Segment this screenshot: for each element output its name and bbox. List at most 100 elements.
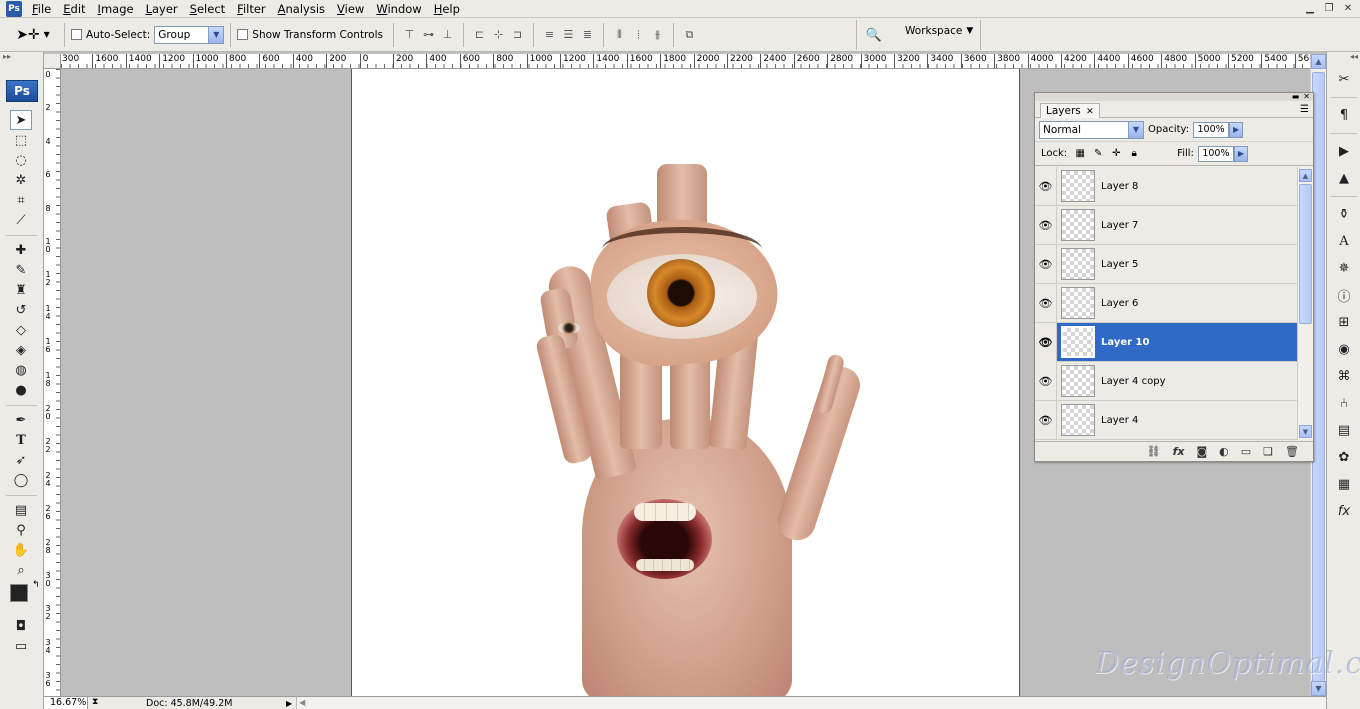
ellipse-tool-icon[interactable]: ◯ — [10, 470, 32, 490]
canvas-horizontal-scrollbar[interactable]: ◀ — [296, 697, 1326, 709]
distribute-horizontal-center-icon[interactable]: ⦙ — [631, 27, 646, 43]
workspace-button[interactable]: Workspace ▼ — [905, 25, 973, 37]
pen-tool-icon[interactable]: ✒ — [10, 410, 32, 430]
fx-icon[interactable]: fx — [1173, 445, 1185, 458]
new-layer-icon[interactable]: ❏ — [1263, 445, 1273, 458]
adjustment-icon[interactable]: ◐ — [1219, 445, 1229, 458]
align-bottom-icon[interactable]: ⊥ — [440, 27, 455, 43]
clone-stamp-tool-icon[interactable]: ♜ — [10, 280, 32, 300]
menu-view[interactable]: View — [331, 0, 370, 18]
scroll-thumb[interactable] — [1299, 184, 1312, 324]
layer-row[interactable]: 👁︎ Layer 6 — [1035, 283, 1297, 323]
status-info-icon[interactable]: ⧗ — [92, 697, 106, 709]
mask-icon[interactable]: ◙ — [1196, 445, 1207, 458]
photoshop-logo[interactable]: Ps — [6, 80, 38, 102]
history-brush-tool-icon[interactable]: ↺ — [10, 300, 32, 320]
menu-image[interactable]: Image — [92, 0, 140, 18]
layer-row-selected[interactable]: 👁︎ Layer 10 — [1035, 322, 1297, 362]
align-right-icon[interactable]: ⊐ — [510, 27, 525, 43]
visibility-eye-icon[interactable]: 👁︎ — [1035, 244, 1057, 284]
scroll-up-icon[interactable]: ▲ — [1311, 54, 1326, 69]
align-horizontal-center-icon[interactable]: ⊹ — [491, 27, 506, 43]
lock-position-icon[interactable]: ✛ — [1110, 148, 1122, 160]
info-icon[interactable]: ⓘ — [1332, 283, 1356, 307]
distribute-right-icon[interactable]: ⫵ — [650, 27, 665, 43]
panel-header[interactable]: ▬ ✕ — [1035, 93, 1313, 101]
notes-tool-icon[interactable]: ▤ — [10, 500, 32, 520]
layer-row[interactable]: 👁︎ Layer 7 — [1035, 205, 1297, 245]
brush-tool-icon[interactable]: ✎ — [10, 260, 32, 280]
layer-row[interactable]: 👁︎ Layer 4 — [1035, 400, 1297, 440]
menu-analysis[interactable]: Analysis — [272, 0, 331, 18]
fill-slider-icon[interactable]: ▶ — [1233, 145, 1248, 162]
fx-panel-icon[interactable]: fx — [1332, 499, 1356, 523]
blend-mode-dropdown[interactable]: Normal ▼ — [1039, 120, 1144, 139]
ruler-origin[interactable] — [44, 54, 61, 69]
visibility-eye-icon[interactable]: 👁︎ — [1035, 361, 1057, 401]
paths-icon[interactable]: ⌘ — [1332, 364, 1356, 388]
layer-row[interactable]: 👁︎ Layer 8 — [1035, 167, 1297, 206]
menu-select[interactable]: Select — [184, 0, 232, 18]
menu-edit[interactable]: Edit — [57, 0, 91, 18]
toolbox-grip-icon[interactable]: ▸▸ — [0, 52, 43, 66]
visibility-eye-icon[interactable]: 👁︎ — [1035, 205, 1057, 245]
distribute-bottom-icon[interactable]: ≣ — [580, 27, 595, 43]
quick-mask-icon[interactable]: ◘ — [10, 616, 32, 636]
type-tool-icon[interactable]: T — [10, 430, 32, 450]
hand-tool-icon[interactable]: ✋ — [10, 540, 32, 560]
folder-icon[interactable]: ▭ — [1241, 445, 1251, 458]
marquee-tool-icon[interactable]: ⬚ — [10, 130, 32, 150]
minimize-icon[interactable]: ▁ — [1302, 1, 1318, 15]
menu-filter[interactable]: Filter — [231, 0, 271, 18]
show-transform-checkbox[interactable] — [237, 29, 249, 40]
brushes-icon[interactable]: ⑃ — [1332, 391, 1356, 415]
layer-comps-icon[interactable]: ⊞ — [1332, 310, 1356, 334]
path-selection-tool-icon[interactable]: ➶ — [10, 450, 32, 470]
trash-icon[interactable]: 🗑︎ — [1285, 445, 1299, 458]
ruler-left[interactable]: 0 2 4 6 8 1 0 1 2 1 4 1 6 1 8 2 0 2 2 2 4 2 6 2 8 3 0 3 … — [44, 69, 61, 696]
tab-layers[interactable]: Layers ✕ — [1040, 103, 1100, 118]
photoshop-app-icon[interactable]: Ps — [6, 0, 22, 17]
eraser-tool-icon[interactable]: ◇ — [10, 320, 32, 340]
visibility-eye-icon[interactable]: 👁︎ — [1035, 400, 1057, 440]
panel-menu-icon[interactable]: ☰ — [1300, 104, 1309, 115]
opacity-slider-icon[interactable]: ▶ — [1229, 121, 1244, 138]
clone-source-icon[interactable]: ⚱ — [1332, 202, 1356, 226]
auto-select-dropdown[interactable]: Group ▼ — [154, 25, 225, 44]
foreground-color-swatch[interactable] — [10, 584, 28, 602]
document-canvas[interactable] — [351, 69, 1020, 696]
styles-icon[interactable]: ✿ — [1332, 445, 1356, 469]
menu-file[interactable]: File — [26, 0, 57, 18]
zoom-tool-icon[interactable]: ⌕ — [10, 560, 32, 580]
navigator-icon[interactable]: ✵ — [1332, 256, 1356, 280]
scroll-down-icon[interactable]: ▼ — [1299, 425, 1312, 438]
fill-field[interactable]: 100% — [1197, 145, 1234, 162]
dock-grip-icon[interactable]: ◂◂ — [1327, 52, 1360, 64]
tool-preset-picker[interactable]: ➤✛ ▼ — [8, 21, 58, 49]
ruler-top[interactable]: 300 1600 1400 1200 1000 800 600 400 200 0 200 400 60… — [61, 54, 1310, 69]
menu-layer[interactable]: Layer — [140, 0, 184, 18]
close-tab-icon[interactable]: ✕ — [1086, 107, 1094, 117]
distribute-vertical-center-icon[interactable]: ☰ — [561, 27, 576, 43]
distribute-left-icon[interactable]: ⫴ — [612, 27, 627, 43]
zoom-level-field[interactable]: 16.67% — [44, 697, 88, 709]
collapse-panel-icon[interactable]: ▬ — [1292, 93, 1300, 101]
close-icon[interactable]: ✕ — [1340, 1, 1356, 15]
scroll-up-icon[interactable]: ▲ — [1299, 169, 1312, 182]
visibility-eye-icon[interactable]: 👁︎ — [1035, 322, 1057, 362]
dodge-tool-icon[interactable]: ● — [10, 380, 32, 400]
swap-colors-icon[interactable]: ↰ — [32, 580, 40, 590]
restore-icon[interactable]: ❐ — [1321, 1, 1337, 15]
screen-mode-icon[interactable]: ▭ — [10, 636, 32, 656]
bridge-icon[interactable]: 🔍 — [862, 24, 886, 46]
histogram-icon[interactable]: ▲ — [1332, 166, 1356, 190]
distribute-top-icon[interactable]: ≡ — [542, 27, 557, 43]
crop-tool-icon[interactable]: ⌗ — [10, 190, 32, 210]
swatches-icon[interactable]: ▦ — [1332, 472, 1356, 496]
channels-icon[interactable]: ◉ — [1332, 337, 1356, 361]
menu-window[interactable]: Window — [370, 0, 427, 18]
lock-transparency-icon[interactable]: ▦ — [1074, 148, 1086, 160]
lock-image-pixels-icon[interactable]: ✎ — [1092, 148, 1104, 160]
layer-list-scrollbar[interactable]: ▲ ▼ — [1297, 167, 1313, 440]
align-left-icon[interactable]: ⊏ — [472, 27, 487, 43]
